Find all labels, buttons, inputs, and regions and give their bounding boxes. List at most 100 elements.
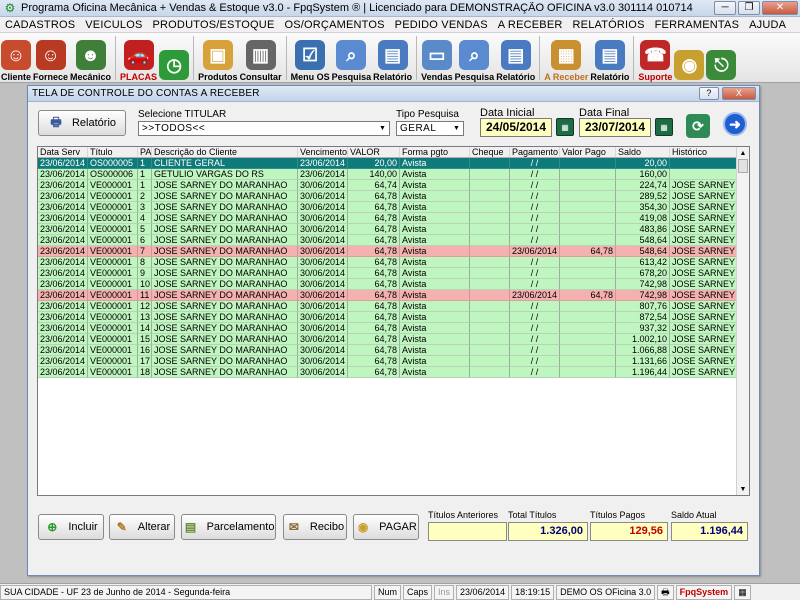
- toolbar-button-6[interactable]: ▥ Consultar: [239, 34, 283, 82]
- table-cell: 30/06/2014: [298, 334, 348, 345]
- printer-icon[interactable]: 🖶: [657, 584, 674, 600]
- table-cell: 23/06/2014: [38, 279, 88, 290]
- table-row[interactable]: 23/06/2014 VE000001 1 JOSE SARNEY DO MARANH…: [38, 180, 737, 191]
- toolbar-button-11[interactable]: ⌕ Pesquisa: [454, 34, 496, 82]
- status-brand: FpqSystem: [675, 584, 733, 600]
- table-row[interactable]: 23/06/2014 VE000001 2 JOSE SARNEY DO MARANH…: [38, 191, 737, 202]
- table-row[interactable]: 23/06/2014 VE000001 18 JOSE SARNEY DO MARAN…: [38, 367, 737, 378]
- contas-receber-dialog: TELA DE CONTROLE DO CONTAS A RECEBER ? X…: [27, 85, 760, 576]
- table-row[interactable]: 23/06/2014 VE000001 6 JOSE SARNEY DO MARANH…: [38, 235, 737, 246]
- table-row[interactable]: 23/06/2014 VE000001 12 JOSE SARNEY DO MARAN…: [38, 301, 737, 312]
- column-header[interactable]: Forma pgto: [400, 147, 470, 157]
- table-row[interactable]: 23/06/2014 VE000001 7 JOSE SARNEY DO MARANH…: [38, 246, 737, 257]
- calculator-icon[interactable]: ▦: [734, 584, 751, 600]
- chevron-down-icon[interactable]: ▼: [376, 122, 389, 135]
- toolbar-button-1[interactable]: ☺ Fornece: [32, 34, 69, 82]
- scroll-thumb[interactable]: [738, 159, 748, 173]
- table-row[interactable]: 23/06/2014 VE000001 9 JOSE SARNEY DO MARANH…: [38, 268, 737, 279]
- data-inicial-field[interactable]: 24/05/2014: [480, 118, 552, 137]
- toolbar-button-4[interactable]: ◷: [158, 34, 190, 82]
- toolbar-button-15[interactable]: ☎ Suporte: [637, 34, 673, 82]
- minimize-button[interactable]: ─: [714, 1, 736, 15]
- vertical-scrollbar[interactable]: ▲ ▼: [736, 147, 749, 495]
- tipo-pesquisa-select[interactable]: GERAL ▼: [396, 121, 464, 136]
- recibo-button[interactable]: ✉ Recibo: [283, 514, 347, 540]
- receivables-table[interactable]: Data Serv Título PA Descrição do Cliente Ven…: [37, 146, 750, 496]
- toolbar-button-12[interactable]: ▤ Relatório: [495, 34, 536, 82]
- table-row[interactable]: 23/06/2014 VE000001 14 JOSE SARNEY DO MARAN…: [38, 323, 737, 334]
- menu-item-6[interactable]: RELATÓRIOS: [568, 19, 650, 31]
- column-header[interactable]: Vencimento: [298, 147, 348, 157]
- table-cell: 23/06/2014: [38, 367, 88, 378]
- incluir-button[interactable]: ⊕ Incluir: [38, 514, 104, 540]
- scroll-down-icon[interactable]: ▼: [737, 483, 749, 495]
- table-cell: [470, 213, 510, 224]
- calendar-icon[interactable]: ▦: [655, 118, 673, 136]
- toolbar-button-9[interactable]: ▤ Relatório: [372, 34, 413, 82]
- toolbar-button-2[interactable]: ☻ Mecânico: [69, 34, 112, 82]
- toolbar-button-0[interactable]: ☺ Cliente: [0, 34, 32, 82]
- data-final-field[interactable]: 23/07/2014: [579, 118, 651, 137]
- menu-item-0[interactable]: CADASTROS: [0, 19, 80, 31]
- menu-item-3[interactable]: OS/ORÇAMENTOS: [279, 19, 389, 31]
- column-header[interactable]: Pagamento: [510, 147, 560, 157]
- column-header[interactable]: Cheque: [470, 147, 510, 157]
- column-header[interactable]: Data Serv: [38, 147, 88, 157]
- column-header[interactable]: Saldo: [616, 147, 670, 157]
- maximize-button[interactable]: ❐: [738, 1, 760, 15]
- toolbar-button-13[interactable]: ▦ A Receber: [543, 34, 589, 82]
- help-button[interactable]: ?: [699, 87, 719, 100]
- relatorio-button[interactable]: 🖶 Relatório: [38, 110, 126, 136]
- toolbar-button-7[interactable]: ☑ Menu OS: [290, 34, 331, 82]
- column-header[interactable]: VALOR: [348, 147, 400, 157]
- table-row[interactable]: 23/06/2014 VE000001 4 JOSE SARNEY DO MARANH…: [38, 213, 737, 224]
- menu-item-2[interactable]: PRODUTOS/ESTOQUE: [148, 19, 280, 31]
- table-row[interactable]: 23/06/2014 VE000001 17 JOSE SARNEY DO MARAN…: [38, 356, 737, 367]
- parcelamento-button[interactable]: ▤ Parcelamento: [181, 514, 276, 540]
- table-row[interactable]: 23/06/2014 VE000001 5 JOSE SARNEY DO MARANH…: [38, 224, 737, 235]
- table-cell: JOSE SARNEY: [670, 257, 737, 268]
- table-row[interactable]: 23/06/2014 VE000001 11 JOSE SARNEY DO MARAN…: [38, 290, 737, 301]
- table-cell: 23/06/2014: [38, 202, 88, 213]
- column-header[interactable]: PA: [138, 147, 152, 157]
- table-row[interactable]: 23/06/2014 VE000001 3 JOSE SARNEY DO MARANH…: [38, 202, 737, 213]
- toolbar-button-10[interactable]: ▭ Vendas: [420, 34, 454, 82]
- dialog-close-button[interactable]: X: [722, 87, 756, 100]
- close-window-button[interactable]: ✕: [762, 1, 798, 15]
- table-cell: 64,78: [348, 213, 400, 224]
- alterar-button[interactable]: ✎ Alterar: [109, 514, 175, 540]
- table-cell: 10: [138, 279, 152, 290]
- column-header[interactable]: Título: [88, 147, 138, 157]
- scroll-up-icon[interactable]: ▲: [737, 147, 749, 159]
- table-row[interactable]: 23/06/2014 OS000006 1 GETULIO VARGAS DO RS 2…: [38, 169, 737, 180]
- menu-item-5[interactable]: A RECEBER: [493, 19, 568, 31]
- column-header[interactable]: Descrição do Cliente: [152, 147, 298, 157]
- toolbar-button-17[interactable]: ⎋: [705, 34, 737, 82]
- calendar-icon[interactable]: ▦: [556, 118, 574, 136]
- chevron-down-icon[interactable]: ▼: [450, 122, 463, 135]
- pagar-button[interactable]: ◉ PAGAR: [353, 514, 419, 540]
- toolbar-button-14[interactable]: ▤ Relatório: [589, 34, 630, 82]
- toolbar-button-8[interactable]: ⌕ Pesquisa: [331, 34, 373, 82]
- table-row[interactable]: 23/06/2014 VE000001 8 JOSE SARNEY DO MARANH…: [38, 257, 737, 268]
- toolbar-button-16[interactable]: ◉: [673, 34, 705, 82]
- arrow-right-icon[interactable]: ➜: [723, 112, 747, 136]
- menu-item-7[interactable]: FERRAMENTAS: [650, 19, 745, 31]
- titular-select[interactable]: >>TODOS<< ▼: [138, 121, 390, 136]
- table-cell: VE000001: [88, 301, 138, 312]
- table-row[interactable]: 23/06/2014 VE000001 10 JOSE SARNEY DO MARAN…: [38, 279, 737, 290]
- menu-item-1[interactable]: VEICULOS: [80, 19, 147, 31]
- table-row[interactable]: 23/06/2014 VE000001 16 JOSE SARNEY DO MARAN…: [38, 345, 737, 356]
- toolbar-button-3[interactable]: 🚗 PLACAS: [119, 34, 158, 82]
- table-row[interactable]: 23/06/2014 VE000001 13 JOSE SARNEY DO MARAN…: [38, 312, 737, 323]
- table-cell: 15: [138, 334, 152, 345]
- toolbar-button-5[interactable]: ▣ Produtos: [197, 34, 239, 82]
- column-header[interactable]: Histórico: [670, 147, 737, 157]
- table-cell: [560, 312, 616, 323]
- table-row[interactable]: 23/06/2014 OS000005 1 CLIENTE GERAL 23/06/20…: [38, 158, 737, 169]
- column-header[interactable]: Valor Pago: [560, 147, 616, 157]
- menu-item-4[interactable]: PEDIDO VENDAS: [390, 19, 493, 31]
- refresh-icon[interactable]: ⟳: [686, 114, 710, 138]
- table-row[interactable]: 23/06/2014 VE000001 15 JOSE SARNEY DO MARAN…: [38, 334, 737, 345]
- menu-item-8[interactable]: AJUDA: [744, 19, 791, 31]
